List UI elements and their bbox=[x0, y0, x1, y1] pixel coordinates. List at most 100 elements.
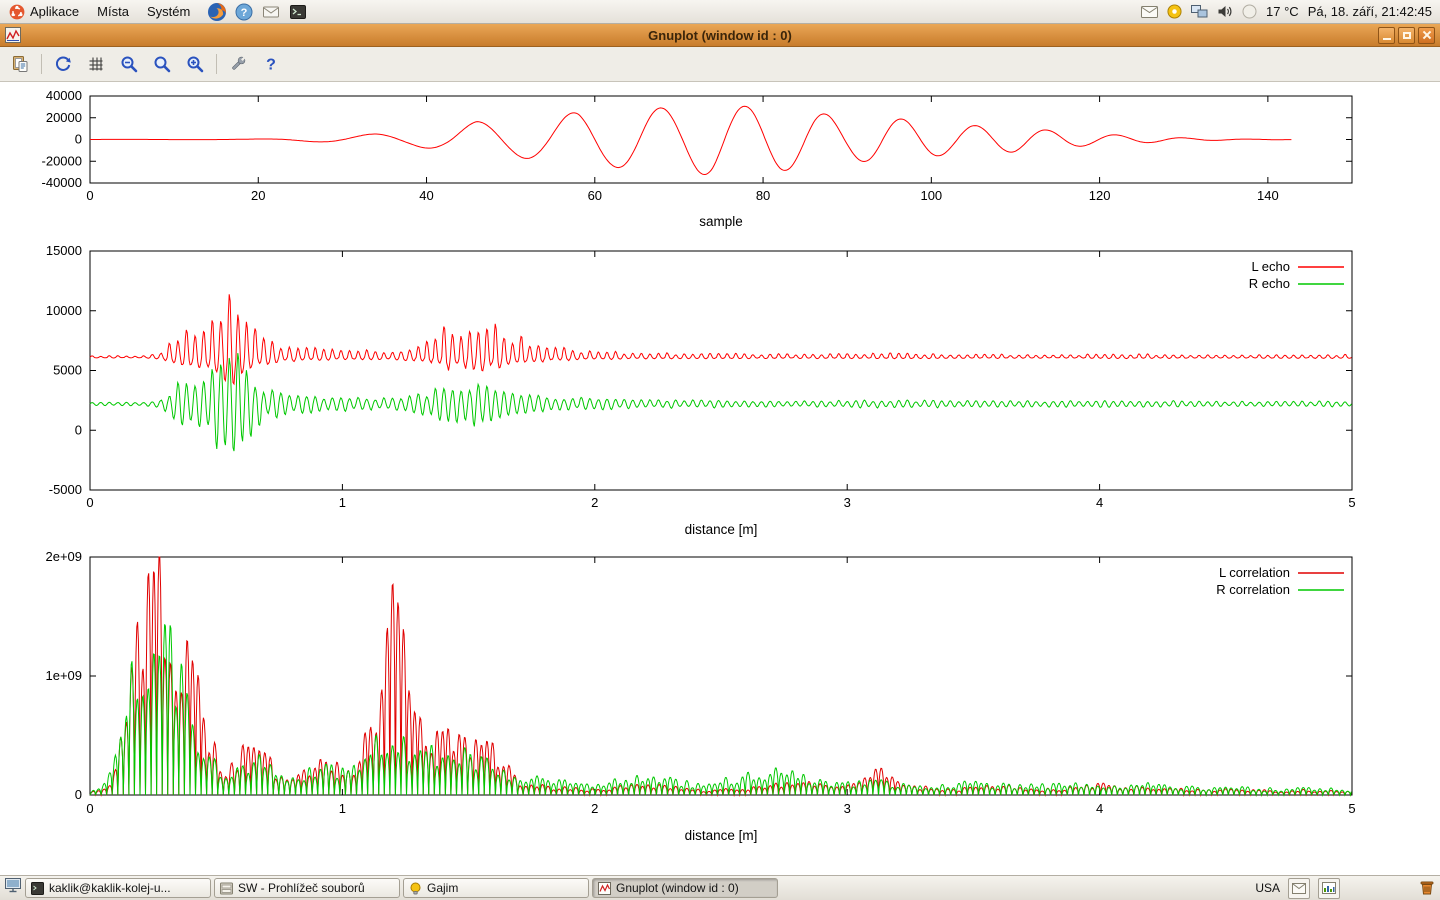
svg-text:5: 5 bbox=[1348, 495, 1355, 510]
copy-to-clipboard-icon[interactable] bbox=[8, 52, 32, 76]
titlebar[interactable]: Gnuplot (window id : 0) bbox=[0, 24, 1440, 47]
gnuplot-window-icon bbox=[5, 27, 21, 43]
terminal-icon bbox=[31, 882, 44, 895]
help-browser-icon[interactable]: ? bbox=[234, 2, 254, 22]
svg-text:?: ? bbox=[266, 57, 276, 74]
svg-text:0: 0 bbox=[86, 801, 93, 816]
svg-text:distance [m]: distance [m] bbox=[685, 828, 758, 843]
svg-text:3: 3 bbox=[844, 801, 851, 816]
svg-text:2: 2 bbox=[591, 495, 598, 510]
svg-text:-20000: -20000 bbox=[42, 153, 82, 168]
svg-text:1: 1 bbox=[339, 495, 346, 510]
gajim-icon bbox=[409, 882, 422, 895]
replot-icon[interactable] bbox=[51, 52, 75, 76]
plot-area: 020406080100120140-40000-200000200004000… bbox=[0, 82, 1440, 875]
gnuplot-window: Gnuplot (window id : 0) bbox=[0, 24, 1440, 875]
menu-system[interactable]: Systém bbox=[138, 0, 199, 23]
svg-text:3: 3 bbox=[844, 495, 851, 510]
svg-text:120: 120 bbox=[1089, 188, 1111, 203]
taskbar-right: USA bbox=[1255, 878, 1436, 899]
temperature-label[interactable]: 17 °C bbox=[1266, 4, 1299, 19]
zoom-next-icon[interactable] bbox=[183, 52, 207, 76]
svg-text:100: 100 bbox=[920, 188, 942, 203]
system-monitor-icon[interactable] bbox=[1318, 878, 1340, 899]
plot-echo-signals[interactable]: 0 1 2 3 4 5 -5000 0 5000 10000 15000 distance [m] L … bbox=[0, 240, 1440, 545]
gnuplot-icon bbox=[598, 882, 611, 895]
maximize-button[interactable] bbox=[1398, 27, 1415, 44]
trash-icon[interactable] bbox=[1418, 878, 1436, 899]
close-button[interactable] bbox=[1418, 27, 1435, 44]
svg-text:40000: 40000 bbox=[46, 88, 82, 103]
taskbar: kaklik@kaklik-kolej-u... SW - Prohlížeč … bbox=[0, 875, 1440, 900]
svg-text:?: ? bbox=[241, 7, 248, 19]
svg-text:80: 80 bbox=[756, 188, 770, 203]
svg-text:L correlation: L correlation bbox=[1219, 565, 1290, 580]
show-desktop-icon[interactable] bbox=[4, 877, 22, 899]
toggle-grid-icon[interactable] bbox=[84, 52, 108, 76]
svg-text:40: 40 bbox=[419, 188, 433, 203]
weather-icon[interactable] bbox=[1242, 4, 1257, 19]
ubuntu-logo-icon bbox=[9, 4, 25, 20]
svg-text:1e+09: 1e+09 bbox=[45, 668, 82, 683]
network-icon[interactable] bbox=[1191, 4, 1208, 19]
taskbar-item-label: Gnuplot (window id : 0) bbox=[616, 881, 739, 895]
svg-text:2e+09: 2e+09 bbox=[45, 549, 82, 564]
menu-places[interactable]: Místa bbox=[88, 0, 138, 23]
svg-text:140: 140 bbox=[1257, 188, 1279, 203]
firefox-icon[interactable] bbox=[207, 2, 227, 22]
svg-text:0: 0 bbox=[75, 787, 82, 802]
svg-text:0: 0 bbox=[86, 495, 93, 510]
minimize-button[interactable] bbox=[1378, 27, 1395, 44]
svg-text:4: 4 bbox=[1096, 801, 1103, 816]
mail-launcher-icon[interactable] bbox=[261, 2, 281, 22]
svg-text:2: 2 bbox=[591, 801, 598, 816]
volume-icon[interactable] bbox=[1217, 4, 1233, 19]
svg-text:-5000: -5000 bbox=[49, 482, 82, 497]
window-title: Gnuplot (window id : 0) bbox=[0, 28, 1440, 43]
svg-text:20000: 20000 bbox=[46, 110, 82, 125]
menu-applications[interactable]: Aplikace bbox=[0, 0, 88, 23]
plot-correlation[interactable]: 0 1 2 3 4 5 0 1e+09 2e+09 distance [m] L correlati… bbox=[0, 548, 1440, 848]
svg-text:10000: 10000 bbox=[46, 303, 82, 318]
maximize-icon bbox=[1403, 32, 1411, 39]
panel-tray: 17 °C Pá, 18. září, 21:42:45 bbox=[1141, 4, 1440, 19]
zoom-icon[interactable] bbox=[150, 52, 174, 76]
desktop: { "top_panel": { "menus": [ {"label": "A… bbox=[0, 0, 1440, 900]
svg-text:5: 5 bbox=[1348, 801, 1355, 816]
mail-notification-icon[interactable] bbox=[1141, 5, 1158, 19]
taskbar-item-label: SW - Prohlížeč souborů bbox=[238, 881, 365, 895]
svg-text:-40000: -40000 bbox=[42, 175, 82, 190]
taskbar-item-label: Gajim bbox=[427, 881, 458, 895]
svg-text:15000: 15000 bbox=[46, 243, 82, 258]
help-icon[interactable]: ? bbox=[259, 52, 283, 76]
configure-icon[interactable] bbox=[226, 52, 250, 76]
taskbar-item-terminal[interactable]: kaklik@kaklik-kolej-u... bbox=[25, 878, 211, 898]
svg-text:L echo: L echo bbox=[1251, 259, 1290, 274]
minimize-icon bbox=[1383, 38, 1391, 40]
svg-text:distance [m]: distance [m] bbox=[685, 522, 758, 537]
svg-text:R correlation: R correlation bbox=[1216, 582, 1290, 597]
update-notifier-icon[interactable] bbox=[1167, 4, 1182, 19]
menu-places-label: Místa bbox=[97, 4, 129, 19]
svg-text:R echo: R echo bbox=[1249, 276, 1290, 291]
taskbar-item-gnuplot[interactable]: Gnuplot (window id : 0) bbox=[592, 878, 778, 898]
svg-text:1: 1 bbox=[339, 801, 346, 816]
svg-text:4: 4 bbox=[1096, 495, 1103, 510]
terminal-launcher-icon[interactable] bbox=[288, 2, 308, 22]
taskbar-item-gajim[interactable]: Gajim bbox=[403, 878, 589, 898]
zoom-previous-icon[interactable] bbox=[117, 52, 141, 76]
svg-text:0: 0 bbox=[75, 422, 82, 437]
svg-text:sample: sample bbox=[699, 214, 743, 229]
keyboard-layout-indicator[interactable]: USA bbox=[1255, 881, 1280, 895]
file-manager-icon bbox=[220, 882, 233, 895]
window-controls bbox=[1378, 27, 1435, 44]
taskbar-item-file-browser[interactable]: SW - Prohlížeč souborů bbox=[214, 878, 400, 898]
svg-text:0: 0 bbox=[86, 188, 93, 203]
toolbar-separator bbox=[41, 54, 42, 74]
plot-sample-signal[interactable]: 020406080100120140-40000-200000200004000… bbox=[0, 86, 1440, 238]
clock-label[interactable]: Pá, 18. září, 21:42:45 bbox=[1308, 4, 1432, 19]
svg-text:20: 20 bbox=[251, 188, 265, 203]
mail-icon[interactable] bbox=[1288, 878, 1310, 899]
svg-text:5000: 5000 bbox=[53, 363, 82, 378]
svg-text:60: 60 bbox=[588, 188, 602, 203]
